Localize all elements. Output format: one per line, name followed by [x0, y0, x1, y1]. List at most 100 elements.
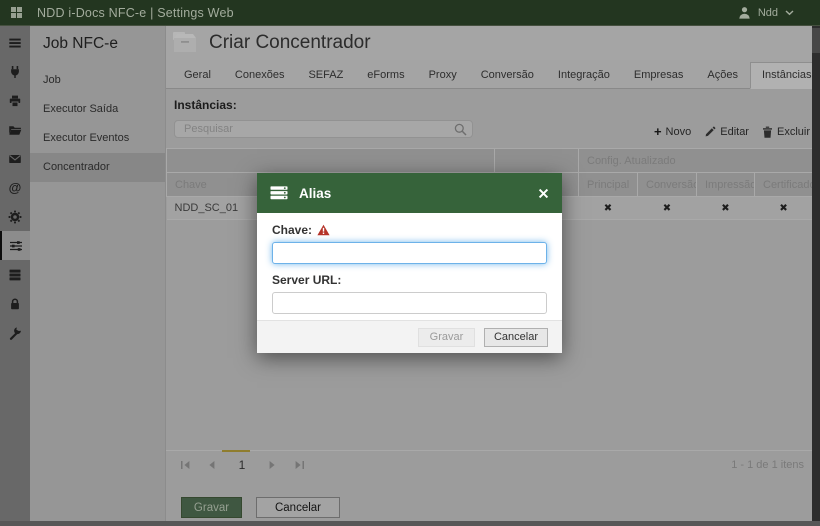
at-icon: @	[9, 181, 22, 194]
column-header-conversao[interactable]: Conversão	[638, 173, 697, 197]
grid-group-header-row: Config. Atualizado	[167, 149, 813, 173]
rail-item-settings-web[interactable]	[0, 231, 30, 260]
pager-prev-button[interactable]	[205, 460, 219, 470]
chave-field-label: Chave:	[272, 223, 547, 237]
sidebar-item-executor-eventos[interactable]: Executor Eventos	[30, 124, 165, 153]
alias-modal: Alias Chave: Server URL:	[257, 173, 562, 353]
rail-item-connections[interactable]	[0, 57, 30, 86]
server-icon	[8, 268, 22, 282]
server-rack-icon	[270, 186, 289, 200]
box-icon	[170, 30, 200, 56]
cell-certificado-status: ✖	[755, 197, 813, 220]
search-icon[interactable]	[454, 123, 467, 136]
pager-last-button[interactable]	[292, 460, 306, 470]
rail-item-settings[interactable]	[0, 202, 30, 231]
pager: 1 1 - 1 de 1 itens	[166, 450, 812, 479]
plug-icon	[8, 65, 22, 79]
app-title: NDD i-Docs NFC-e | Settings Web	[37, 6, 234, 20]
server-url-field[interactable]	[272, 292, 547, 314]
plus-icon: +	[654, 125, 662, 138]
mail-icon	[8, 152, 22, 166]
group-header-config-atualizado: Config. Atualizado	[579, 149, 813, 173]
tab-instancias[interactable]: Instâncias	[750, 62, 820, 89]
user-name: Ndd	[758, 7, 778, 19]
window-bottom-edge	[0, 521, 820, 526]
cell-conversao-status: ✖	[638, 197, 697, 220]
search-input[interactable]	[182, 122, 454, 136]
pager-next-button[interactable]	[265, 460, 279, 470]
chevron-down-icon	[785, 10, 794, 16]
pager-next-icon	[267, 460, 277, 470]
modal-close-button[interactable]	[538, 188, 549, 199]
chave-field[interactable]	[272, 242, 547, 264]
search-box	[174, 120, 473, 138]
rail-item-menu[interactable]	[0, 28, 30, 57]
tab-integracao[interactable]: Integração	[546, 62, 622, 89]
edit-icon	[704, 126, 716, 138]
pager-prev-icon	[207, 460, 217, 470]
folder-open-icon	[8, 123, 22, 137]
cell-principal-status: ✖	[579, 197, 638, 220]
sidebar-title: Job NFC-e	[30, 25, 165, 66]
tab-empresas[interactable]: Empresas	[622, 62, 696, 89]
pager-first-button[interactable]	[178, 460, 192, 470]
close-icon	[538, 188, 549, 199]
rail-item-files[interactable]	[0, 115, 30, 144]
rail-item-instances[interactable]	[0, 260, 30, 289]
group-cell-empty	[495, 149, 579, 173]
alias-modal-header: Alias	[257, 173, 562, 213]
user-icon	[738, 6, 751, 19]
cancelar-button[interactable]: Cancelar	[256, 497, 340, 518]
pager-first-icon	[180, 460, 191, 470]
rail-item-mail[interactable]	[0, 144, 30, 173]
footer-actions: Gravar Cancelar	[181, 497, 340, 518]
scrollbar-track[interactable]	[812, 25, 820, 526]
grid-toolbar: + Novo Editar Excluir	[654, 125, 810, 138]
modal-body: Chave: Server URL:	[257, 213, 562, 314]
rail-item-email-at[interactable]: @	[0, 173, 30, 202]
modal-footer: Gravar Cancelar	[257, 320, 562, 353]
pager-current-page[interactable]: 1	[232, 458, 252, 472]
gravar-button[interactable]: Gravar	[181, 497, 242, 518]
tab-proxy[interactable]: Proxy	[417, 62, 469, 89]
novo-button[interactable]: + Novo	[654, 125, 691, 138]
tab-conversao[interactable]: Conversão	[469, 62, 546, 89]
tab-sefaz[interactable]: SEFAZ	[296, 62, 355, 89]
printer-icon	[8, 94, 22, 108]
pager-info: 1 - 1 de 1 itens	[731, 459, 804, 471]
page-header: Criar Concentrador	[166, 25, 812, 60]
excluir-button[interactable]: Excluir	[762, 126, 810, 138]
pager-last-icon	[294, 460, 305, 470]
rail-item-security[interactable]	[0, 289, 30, 318]
modal-gravar-button[interactable]: Gravar	[418, 328, 475, 347]
modal-title: Alias	[299, 186, 331, 201]
icon-rail: @	[0, 25, 30, 526]
gear-icon	[8, 210, 22, 224]
tab-acoes[interactable]: Ações	[695, 62, 750, 89]
sidebar-item-concentrador[interactable]: Concentrador	[30, 153, 165, 182]
column-header-principal[interactable]: Principal	[579, 173, 638, 197]
wrench-icon	[8, 326, 22, 340]
rail-item-tools[interactable]	[0, 318, 30, 347]
sidebar: Job NFC-e Job Executor Saída Executor Ev…	[30, 25, 166, 526]
topbar: NDD i-Docs NFC-e | Settings Web Ndd	[0, 0, 820, 26]
lock-icon	[8, 297, 22, 311]
user-menu[interactable]: Ndd	[738, 6, 794, 19]
app-grid-logo-icon	[11, 7, 22, 18]
editar-button[interactable]: Editar	[704, 126, 749, 138]
column-header-certificado[interactable]: Certificado	[755, 173, 813, 197]
modal-cancelar-button[interactable]: Cancelar	[484, 328, 548, 347]
sliders-icon	[9, 239, 23, 253]
tab-geral[interactable]: Geral	[172, 62, 223, 89]
sidebar-item-job[interactable]: Job	[30, 66, 165, 95]
scrollbar-thumb[interactable]	[812, 28, 820, 53]
server-url-field-label: Server URL:	[272, 273, 547, 287]
group-cell-empty	[167, 149, 495, 173]
tab-eforms[interactable]: eForms	[355, 62, 416, 89]
sidebar-item-executor-saida[interactable]: Executor Saída	[30, 95, 165, 124]
tab-conexoes[interactable]: Conexões	[223, 62, 297, 89]
cell-impressao-status: ✖	[697, 197, 755, 220]
column-header-impressao[interactable]: Impressão	[697, 173, 755, 197]
rail-item-printer[interactable]	[0, 86, 30, 115]
trash-icon	[762, 126, 773, 138]
